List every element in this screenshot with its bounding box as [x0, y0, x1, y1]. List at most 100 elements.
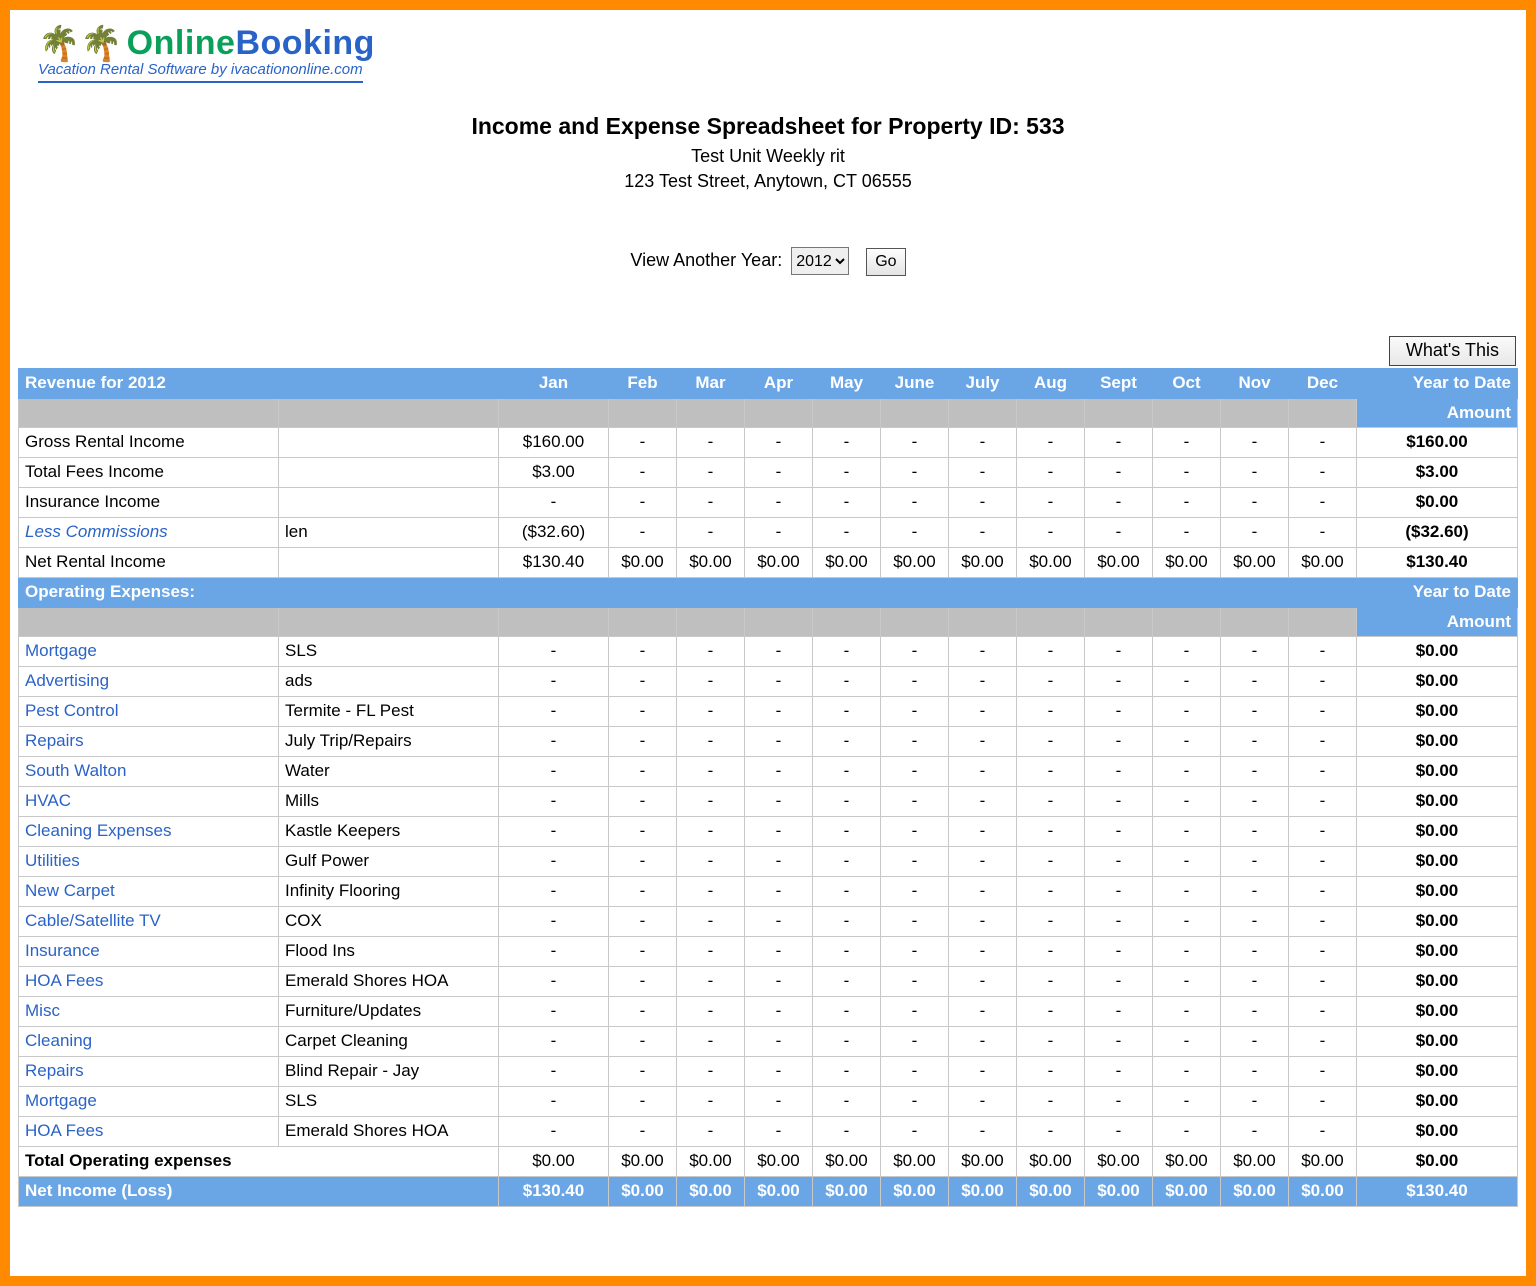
expense-label[interactable]: Cable/Satellite TV — [19, 906, 279, 936]
cell-month: - — [813, 666, 881, 696]
expense-label[interactable]: Cleaning — [19, 1026, 279, 1056]
cell-month: - — [1085, 996, 1153, 1026]
expense-label[interactable]: HVAC — [19, 786, 279, 816]
expense-label[interactable]: Misc — [19, 996, 279, 1026]
cell-month: - — [1153, 487, 1221, 517]
go-button[interactable]: Go — [866, 248, 905, 276]
month-header: Jan — [499, 368, 609, 398]
expense-vendor: July Trip/Repairs — [279, 726, 499, 756]
cell-month: $0.00 — [1017, 1176, 1085, 1206]
cell-ytd: $0.00 — [1357, 936, 1518, 966]
expense-row: RepairsJuly Trip/Repairs------------$0.0… — [19, 726, 1518, 756]
cell-month: - — [949, 636, 1017, 666]
cell-month: - — [499, 786, 609, 816]
cell-month: - — [1221, 1086, 1289, 1116]
expense-label[interactable]: Repairs — [19, 1056, 279, 1086]
cell-ytd: $0.00 — [1357, 726, 1518, 756]
expense-row: MortgageSLS------------$0.00 — [19, 1086, 1518, 1116]
expense-label[interactable]: Mortgage — [19, 1086, 279, 1116]
cell-month: - — [609, 1056, 677, 1086]
expense-label[interactable]: Advertising — [19, 666, 279, 696]
cell-month: - — [499, 1056, 609, 1086]
cell-month: - — [881, 906, 949, 936]
expense-label[interactable]: South Walton — [19, 756, 279, 786]
cell-month: - — [499, 846, 609, 876]
cell-month: - — [1289, 457, 1357, 487]
expense-row: HOA FeesEmerald Shores HOA------------$0… — [19, 966, 1518, 996]
cell-month: - — [1221, 457, 1289, 487]
cell-month: - — [677, 636, 745, 666]
cell-month: - — [1017, 876, 1085, 906]
cell-month: - — [1017, 906, 1085, 936]
cell-month: - — [1221, 666, 1289, 696]
cell-month: $0.00 — [881, 1146, 949, 1176]
cell-month: - — [813, 996, 881, 1026]
revenue-header-row: Revenue for 2012JanFebMarAprMayJuneJulyA… — [19, 368, 1518, 398]
month-header: Oct — [1153, 368, 1221, 398]
cell-ytd: $0.00 — [1357, 966, 1518, 996]
cell-month: - — [677, 876, 745, 906]
cell-jan: $3.00 — [499, 457, 609, 487]
expense-label[interactable]: Pest Control — [19, 696, 279, 726]
expense-vendor: Blind Repair - Jay — [279, 1056, 499, 1086]
cell-month: - — [881, 1056, 949, 1086]
cell-month: - — [1221, 846, 1289, 876]
expense-label[interactable]: Mortgage — [19, 636, 279, 666]
expense-row: Advertisingads------------$0.00 — [19, 666, 1518, 696]
cell-month: - — [949, 1086, 1017, 1116]
cell-month: - — [1017, 816, 1085, 846]
cell-month: - — [813, 756, 881, 786]
cell-ytd: $0.00 — [1357, 666, 1518, 696]
cell-month: - — [745, 696, 813, 726]
expense-label[interactable]: Insurance — [19, 936, 279, 966]
cell-month: - — [881, 846, 949, 876]
revenue-vendor — [279, 457, 499, 487]
cell-month: - — [1289, 1056, 1357, 1086]
cell-month: - — [1085, 906, 1153, 936]
whats-this-button[interactable]: What's This — [1389, 336, 1516, 366]
expense-label[interactable]: Utilities — [19, 846, 279, 876]
cell-month: $0.00 — [1085, 547, 1153, 577]
cell-month: - — [1017, 1116, 1085, 1146]
year-label: View Another Year: — [630, 250, 782, 270]
cell-month: - — [1153, 696, 1221, 726]
cell-month: - — [813, 816, 881, 846]
cell-month: - — [745, 876, 813, 906]
year-select[interactable]: 2012 — [791, 247, 849, 275]
cell-month: - — [1153, 966, 1221, 996]
cell-month: - — [1153, 666, 1221, 696]
expense-label[interactable]: New Carpet — [19, 876, 279, 906]
cell-jan: $0.00 — [499, 1146, 609, 1176]
cell-month: - — [1289, 756, 1357, 786]
expense-label[interactable]: HOA Fees — [19, 966, 279, 996]
cell-month: - — [1017, 786, 1085, 816]
expenses-section-title: Operating Expenses: — [19, 577, 279, 607]
cell-month: - — [609, 846, 677, 876]
cell-month: - — [499, 876, 609, 906]
expense-label[interactable]: Repairs — [19, 726, 279, 756]
cell-month: - — [813, 1086, 881, 1116]
cell-month: - — [1153, 816, 1221, 846]
cell-month: - — [1221, 487, 1289, 517]
cell-ytd: $0.00 — [1357, 1086, 1518, 1116]
cell-month: - — [813, 906, 881, 936]
cell-month: - — [1289, 936, 1357, 966]
cell-month: - — [1221, 517, 1289, 547]
expense-vendor: Water — [279, 756, 499, 786]
cell-month: - — [881, 696, 949, 726]
cell-month: - — [1085, 876, 1153, 906]
cell-month: - — [1085, 936, 1153, 966]
expense-label[interactable]: HOA Fees — [19, 1116, 279, 1146]
revenue-label: Total Fees Income — [19, 457, 279, 487]
cell-month: - — [1085, 487, 1153, 517]
expense-label[interactable]: Cleaning Expenses — [19, 816, 279, 846]
cell-ytd: $0.00 — [1357, 756, 1518, 786]
cell-month: $0.00 — [1085, 1176, 1153, 1206]
cell-month: - — [677, 846, 745, 876]
cell-month: - — [813, 1026, 881, 1056]
cell-month: - — [609, 966, 677, 996]
logo: 🌴🌴 Online Booking Vacation Rental Softwa… — [38, 24, 1518, 83]
cell-month: - — [813, 966, 881, 996]
cell-month: - — [677, 936, 745, 966]
cell-month: $0.00 — [949, 547, 1017, 577]
